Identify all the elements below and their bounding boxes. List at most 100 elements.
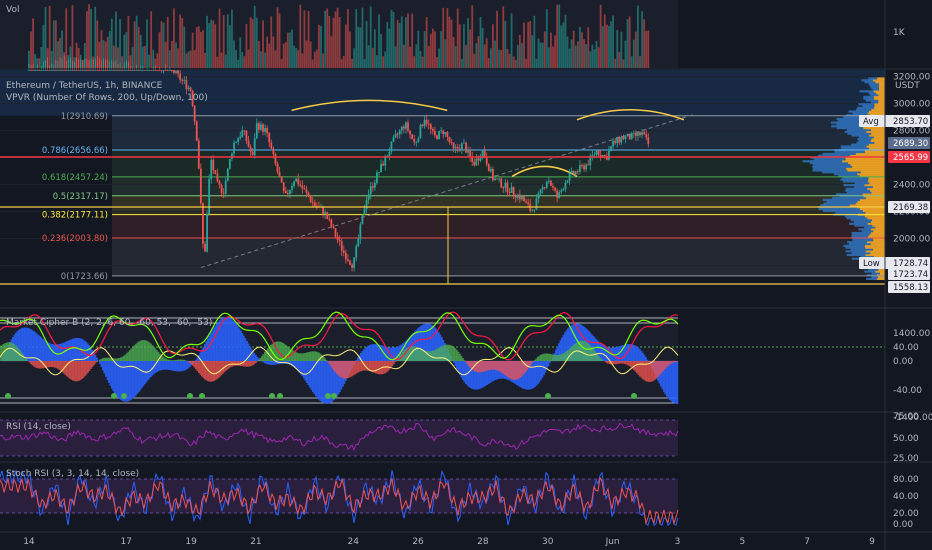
volume-bar: [199, 31, 202, 68]
candle-body: [305, 189, 308, 193]
volume-bar: [639, 56, 641, 68]
candle-body: [199, 168, 202, 204]
candle-body: [624, 136, 627, 139]
candle-body: [150, 70, 153, 71]
volume-bar: [608, 25, 610, 68]
volume-bar: [421, 56, 424, 68]
candle-body: [643, 132, 646, 135]
volume-bar: [442, 7, 445, 68]
price-unit: USDT: [895, 81, 920, 91]
candle-body: [647, 137, 650, 144]
candle-body: [411, 134, 414, 139]
candle-body: [253, 138, 256, 156]
candle-body: [444, 132, 447, 135]
volume-bar: [204, 53, 206, 68]
cipher-tick: 1400.00: [893, 329, 930, 339]
trading-chart[interactable]: Vol 1K 1(2910.69) 0.786(2656.66) 0.618(245…: [0, 0, 932, 550]
volume-bar: [311, 59, 314, 68]
candle-body: [639, 132, 641, 135]
volume-bar: [371, 47, 374, 68]
candle-body: [558, 192, 561, 198]
volume-bar: [452, 36, 455, 68]
candle-body: [450, 142, 453, 143]
volume-bar: [587, 27, 590, 69]
volume-bar: [535, 58, 538, 68]
candle-body: [67, 70, 70, 71]
candle-body: [90, 70, 92, 71]
volume-bar: [500, 50, 503, 68]
stoch-band: [0, 479, 678, 513]
volume-bar: [483, 44, 486, 68]
volume-bar: [146, 19, 148, 68]
candle-body: [448, 137, 451, 143]
volume-bar: [289, 32, 291, 68]
price-pane[interactable]: 1(2910.69) 0.786(2656.66) 0.618(2457.24) 0.…: [0, 55, 930, 293]
cipher-buy-dot: [325, 393, 331, 399]
candle-body: [442, 130, 445, 135]
volume-bar: [506, 49, 509, 68]
time-tick: 26: [412, 537, 424, 547]
candle-body: [504, 182, 507, 188]
candle-body: [514, 195, 517, 198]
volume-bar: [603, 14, 606, 69]
cipher-money-flow: [394, 361, 397, 363]
volume-bar: [243, 56, 246, 68]
volume-bar: [446, 8, 449, 69]
volume-bar: [363, 59, 366, 68]
candle-body: [436, 135, 438, 139]
candle-body: [554, 187, 556, 191]
volume-bar: [485, 38, 488, 68]
volume-bar: [643, 19, 646, 69]
volume-bar: [208, 23, 211, 69]
volume-bar: [479, 17, 482, 68]
volume-bar: [216, 56, 219, 68]
cipher-buy-dot: [331, 393, 337, 399]
volume-bar: [556, 4, 559, 68]
volume-bar: [357, 26, 360, 68]
candle-body: [197, 140, 200, 169]
volume-bar: [340, 59, 343, 68]
volume-bar: [139, 34, 142, 68]
price-tag-value: 2169.38: [893, 203, 928, 213]
volume-bar: [614, 58, 617, 68]
candle-body: [434, 130, 436, 136]
volume-bar: [620, 31, 623, 68]
fib-label: 0.786(2656.66): [42, 146, 108, 156]
time-tick: Jun: [605, 537, 620, 547]
volume-bar: [347, 9, 349, 69]
volume-bar: [228, 25, 231, 68]
candle-body: [260, 124, 262, 130]
candle-body: [214, 169, 217, 174]
stoch-title: Stoch RSI (3, 3, 14, 14, close): [6, 469, 139, 479]
volume-bar: [533, 15, 536, 68]
volume-bar: [88, 4, 90, 68]
volume-bar: [48, 5, 51, 69]
candle-body: [104, 70, 107, 71]
time-tick: 28: [477, 537, 489, 547]
volume-title: Vol: [6, 5, 19, 15]
candle-body: [500, 178, 503, 188]
candle-body: [266, 128, 269, 133]
volume-bar: [183, 26, 186, 68]
candle-body: [494, 178, 496, 181]
candle-body: [52, 70, 55, 71]
candle-body: [187, 87, 190, 89]
volume-bar: [498, 49, 501, 68]
candle-body: [485, 157, 488, 165]
candle-body: [469, 149, 472, 157]
volume-bar: [42, 24, 45, 68]
candle-body: [458, 148, 461, 151]
volume-bar: [148, 54, 150, 68]
volume-bar: [400, 16, 403, 68]
volume-bar: [326, 8, 329, 68]
candle-body: [137, 70, 140, 71]
volume-bar: [632, 39, 635, 68]
candle-body: [224, 180, 227, 194]
volume-bar: [260, 51, 262, 68]
volume-bar: [235, 49, 237, 68]
candle-body: [355, 245, 358, 258]
volume-bar: [365, 21, 368, 68]
volume-bar: [30, 31, 32, 68]
volume-bar: [32, 18, 34, 68]
cipher-tick: -40.00: [893, 386, 922, 396]
